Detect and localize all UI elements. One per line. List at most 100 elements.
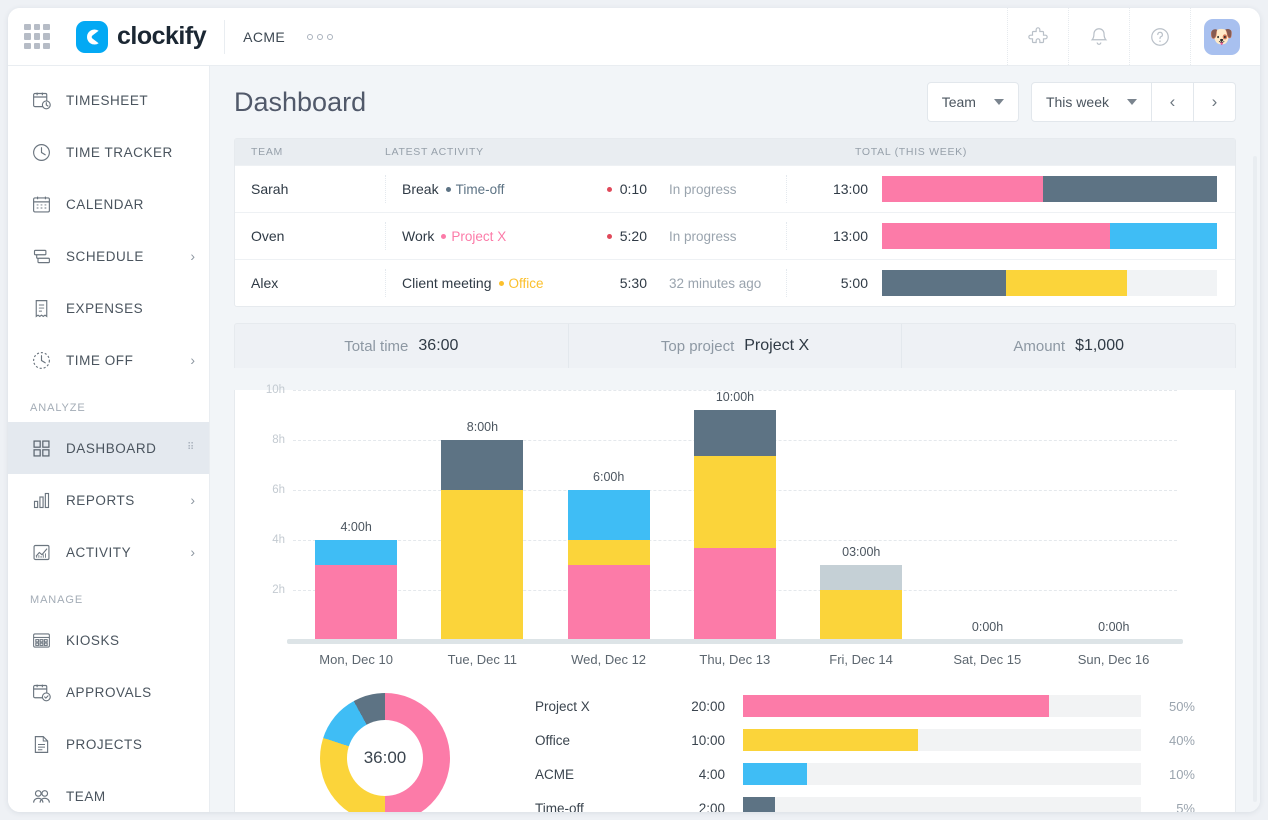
bar-segment — [694, 410, 776, 456]
sidebar-item-schedule[interactable]: SCHEDULE › — [8, 230, 209, 282]
activity-line-icon — [30, 541, 52, 563]
duration: 5:30 — [561, 275, 647, 291]
page-title: Dashboard — [234, 87, 366, 118]
puzzle-icon[interactable] — [1007, 8, 1068, 65]
bar-total-label: 0:00h — [972, 620, 1003, 634]
list-item[interactable]: Project X 20:00 50% — [535, 689, 1195, 723]
list-item[interactable]: ACME 4:00 10% — [535, 757, 1195, 791]
bell-icon[interactable] — [1068, 8, 1129, 65]
project-name: Office — [535, 733, 663, 748]
bar-column[interactable]: 03:00h — [798, 390, 924, 640]
sidebar-item-activity[interactable]: ACTIVITY › — [8, 526, 209, 578]
project-percent: 10% — [1141, 767, 1195, 782]
member-name: Sarah — [235, 181, 385, 197]
bar-column[interactable]: 8:00h — [419, 390, 545, 640]
x-axis-label: Thu, Dec 13 — [672, 652, 798, 667]
approvals-icon — [30, 681, 52, 703]
list-item[interactable]: Time-off 2:00 5% — [535, 791, 1195, 812]
table-row[interactable]: Sarah Break Time-off 0:10 In progress 13… — [235, 165, 1235, 212]
status-text: In progress — [647, 229, 786, 244]
team-filter-dropdown[interactable]: Team — [927, 82, 1019, 122]
bar-column[interactable]: 6:00h — [546, 390, 672, 640]
project-bar-track — [743, 797, 1141, 812]
receipt-icon — [30, 297, 52, 319]
sidebar-item-label: TEAM — [66, 789, 106, 804]
sidebar-item-label: TIME TRACKER — [66, 145, 173, 160]
weekly-total: 5:00 — [786, 269, 882, 297]
workspace-name[interactable]: ACME — [243, 29, 285, 45]
stat-amount: Amount $1,000 — [902, 324, 1235, 368]
next-period-button[interactable]: › — [1194, 82, 1236, 122]
prev-period-button[interactable]: ‹ — [1152, 82, 1194, 122]
divider — [224, 20, 225, 54]
table-header-row: TEAM LATEST ACTIVITY TOTAL (THIS WEEK) — [235, 139, 1235, 165]
sidebar-item-kiosks[interactable]: KIOSKS — [8, 614, 209, 666]
sidebar-item-label: ACTIVITY — [66, 545, 131, 560]
drag-handle-icon[interactable]: ⠿ — [187, 445, 195, 451]
table-row[interactable]: Oven Work Project X 5:20 In progress 13:… — [235, 212, 1235, 259]
table-row[interactable]: Alex Client meeting Office 5:30 32 minut… — [235, 259, 1235, 306]
bar-segment — [441, 440, 523, 490]
kiosk-icon — [30, 629, 52, 651]
weekly-bar-chart: 2h4h6h8h10h 4:00h8:00h6:00h10:00h03:00h0… — [293, 390, 1177, 640]
x-axis-label: Tue, Dec 11 — [419, 652, 545, 667]
project-color-dot — [446, 187, 451, 192]
date-range-group: This week ‹ › — [1031, 82, 1236, 122]
donut-center-label: 36:00 — [347, 720, 423, 796]
sidebar-section-manage: MANAGE — [8, 578, 209, 614]
stat-value: Project X — [744, 337, 809, 355]
column-header-total: TOTAL (THIS WEEK) — [855, 146, 1235, 158]
x-axis-label: Mon, Dec 10 — [293, 652, 419, 667]
brand-logo[interactable]: clockify — [76, 21, 206, 53]
bar-segment — [820, 565, 902, 590]
scrollbar[interactable] — [1253, 156, 1257, 802]
sidebar-item-time-tracker[interactable]: TIME TRACKER — [8, 126, 209, 178]
sidebar-item-approvals[interactable]: APPROVALS — [8, 666, 209, 718]
sidebar-item-time-off[interactable]: TIME OFF › — [8, 334, 209, 386]
sidebar-item-label: DASHBOARD — [66, 441, 156, 456]
weekly-total: 13:00 — [786, 175, 882, 203]
donut-chart[interactable]: 36:00 — [320, 693, 450, 812]
help-icon[interactable] — [1129, 8, 1190, 65]
projects-icon — [30, 733, 52, 755]
sidebar-item-expenses[interactable]: EXPENSES — [8, 282, 209, 334]
sidebar-item-label: SCHEDULE — [66, 249, 144, 264]
weekly-bar — [882, 223, 1217, 249]
chevron-down-icon — [1127, 99, 1137, 105]
sidebar-item-label: TIMESHEET — [66, 93, 148, 108]
chevron-right-icon: › — [190, 544, 195, 560]
sidebar-item-team[interactable]: TEAM — [8, 770, 209, 812]
bar-total-label: 4:00h — [340, 520, 371, 534]
list-item[interactable]: Office 10:00 40% — [535, 723, 1195, 757]
bar-column[interactable]: 10:00h — [672, 390, 798, 640]
brand-name: clockify — [117, 22, 206, 51]
x-axis-label: Fri, Dec 14 — [798, 652, 924, 667]
duration-value: 5:20 — [620, 228, 647, 244]
project-time: 4:00 — [663, 767, 725, 782]
bar-column[interactable]: 0:00h — [924, 390, 1050, 640]
sidebar-item-label: EXPENSES — [66, 301, 143, 316]
sidebar-item-calendar[interactable]: CALENDAR — [8, 178, 209, 230]
project-bar-track — [743, 763, 1141, 785]
sidebar-item-reports[interactable]: REPORTS › — [8, 474, 209, 526]
sidebar-item-projects[interactable]: PROJECTS — [8, 718, 209, 770]
three-dots-icon[interactable] — [307, 34, 333, 40]
bar-column[interactable]: 0:00h — [1051, 390, 1177, 640]
date-range-dropdown[interactable]: This week — [1031, 82, 1152, 122]
dashboard-grid-icon — [30, 437, 52, 459]
avatar[interactable]: 🐶 — [1190, 8, 1260, 65]
duration-value: 0:10 — [620, 181, 647, 197]
sidebar-item-label: TIME OFF — [66, 353, 133, 368]
grid-apps-icon[interactable] — [24, 24, 50, 50]
sidebar-item-timesheet[interactable]: TIMESHEET — [8, 74, 209, 126]
project-bar-fill — [743, 695, 1049, 717]
y-axis-tick: 8h — [272, 434, 285, 446]
bar-column[interactable]: 4:00h — [293, 390, 419, 640]
bar-segment — [568, 565, 650, 640]
latest-activity: Client meeting Office — [385, 269, 561, 297]
column-header-team: TEAM — [235, 146, 385, 158]
project-percent: 50% — [1141, 699, 1195, 714]
bar-segment — [441, 490, 523, 640]
sidebar-item-dashboard[interactable]: DASHBOARD ⠿ — [8, 422, 209, 474]
top-bar: clockify ACME — [8, 8, 1260, 66]
